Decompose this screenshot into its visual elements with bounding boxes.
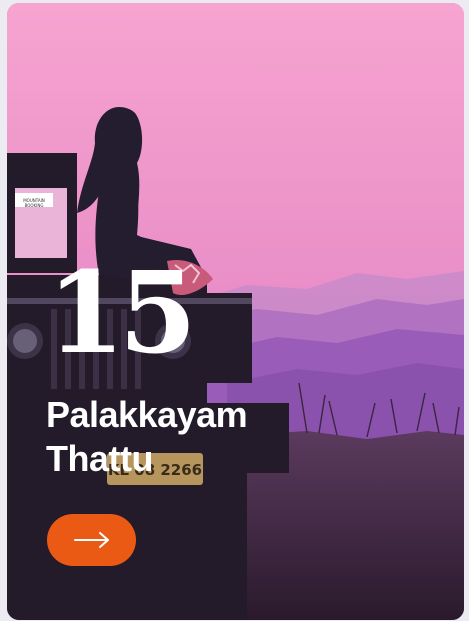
arrow-right-icon xyxy=(73,532,109,548)
destination-card[interactable]: MOUNTAIN BOOKING KL 08 2266 15 Palakkaya… xyxy=(7,3,464,620)
destination-number: 15 xyxy=(47,248,197,379)
destination-title: Palakkayam Thattu xyxy=(46,393,346,481)
destination-title-line-1: Palakkayam xyxy=(46,394,248,435)
view-destination-button[interactable] xyxy=(47,514,136,566)
sticker-text-2: BOOKING xyxy=(25,203,44,208)
destination-title-line-2: Thattu xyxy=(46,438,153,479)
